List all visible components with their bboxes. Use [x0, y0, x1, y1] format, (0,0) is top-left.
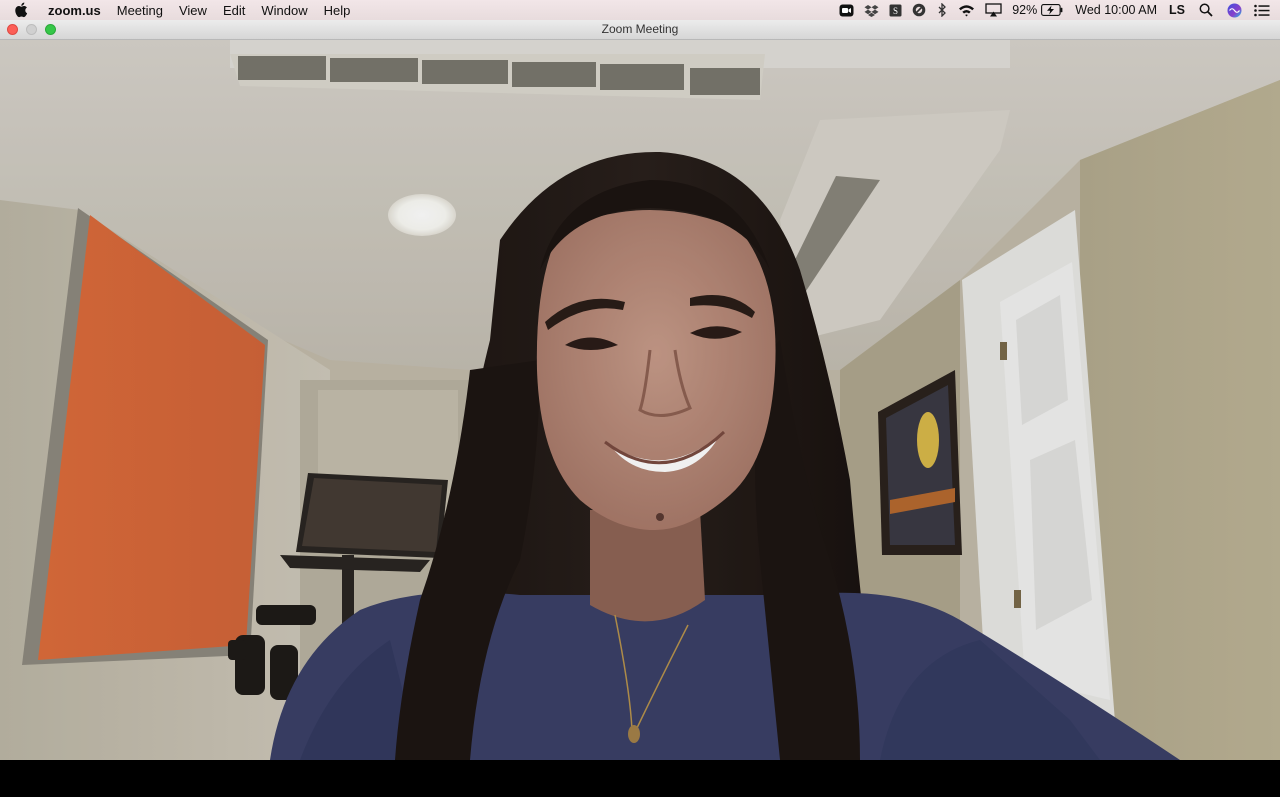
svg-text:S: S [893, 6, 898, 16]
siri-icon[interactable] [1227, 3, 1242, 18]
video-feed[interactable] [0, 40, 1280, 760]
bluetooth-icon[interactable] [936, 3, 948, 17]
menu-window[interactable]: Window [261, 3, 307, 18]
video-bottom-bar [0, 760, 1280, 797]
window-titlebar[interactable]: Zoom Meeting [0, 20, 1280, 40]
user-initials[interactable]: LS [1169, 3, 1185, 17]
webcam-scene [0, 40, 1280, 760]
battery-icon[interactable] [1041, 4, 1063, 16]
window-title: Zoom Meeting [601, 22, 679, 36]
battery-percent[interactable]: 92% [1012, 3, 1037, 17]
menu-help[interactable]: Help [324, 3, 351, 18]
menu-view[interactable]: View [179, 3, 207, 18]
airplay-icon[interactable] [985, 3, 1002, 17]
disk-icon[interactable] [912, 3, 926, 17]
search-icon[interactable] [1199, 3, 1213, 17]
scrivener-icon[interactable]: S [889, 4, 902, 17]
zoom-icon[interactable] [839, 4, 854, 17]
menu-app-name[interactable]: zoom.us [48, 3, 101, 18]
clock[interactable]: Wed 10:00 AM [1075, 3, 1157, 17]
dropbox-icon[interactable] [864, 4, 879, 17]
wifi-icon[interactable] [958, 4, 975, 17]
notification-center-icon[interactable] [1254, 4, 1270, 17]
menu-bar: zoom.us Meeting View Edit Window Help S … [0, 0, 1280, 20]
apple-icon[interactable] [14, 2, 28, 18]
menu-meeting[interactable]: Meeting [117, 3, 163, 18]
menu-edit[interactable]: Edit [223, 3, 245, 18]
